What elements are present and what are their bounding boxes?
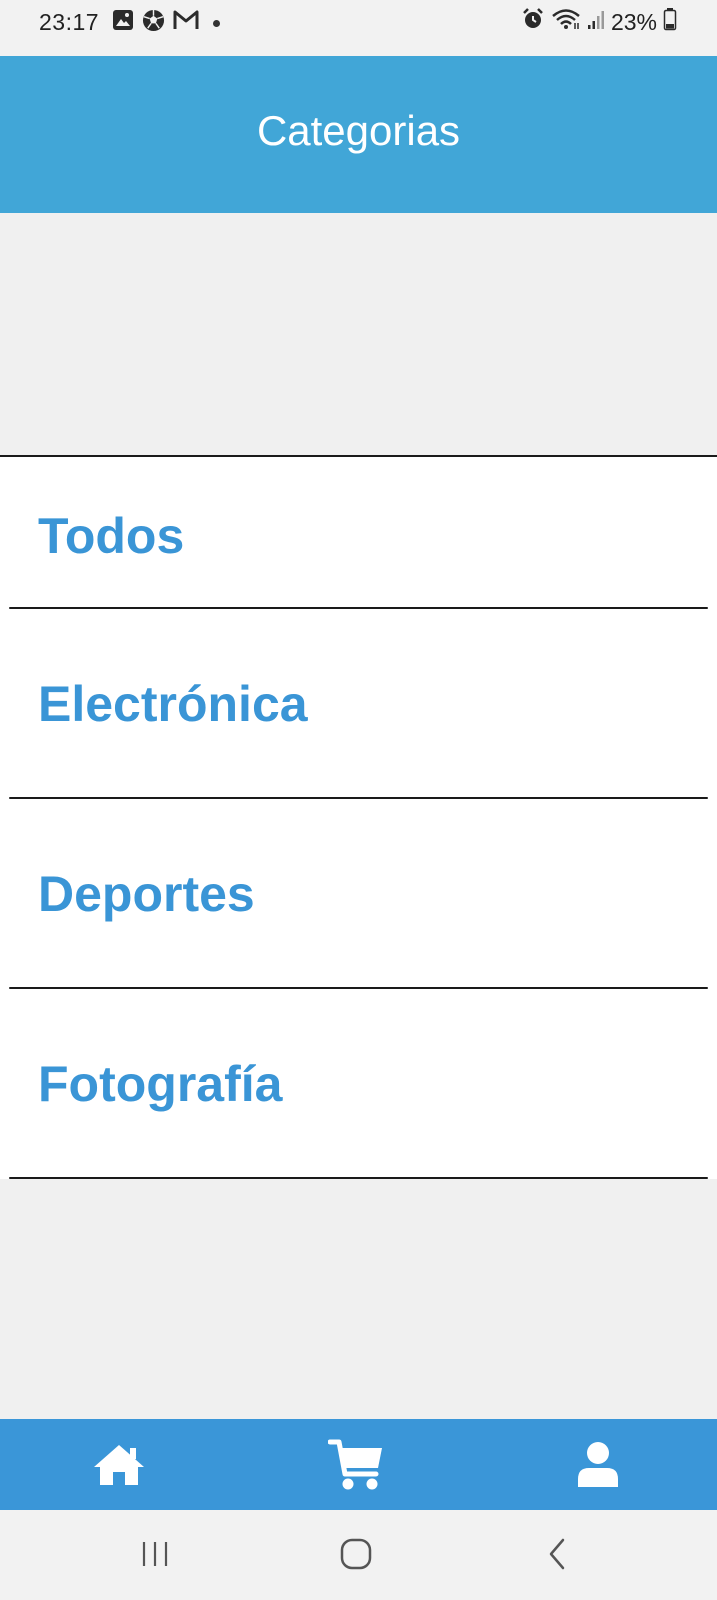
page-title: Categorias [256, 106, 461, 154]
signal-icon [587, 8, 605, 36]
bottom-tab-bar [0, 1419, 717, 1510]
category-item-fotografia[interactable]: Fotografía [0, 989, 717, 1179]
category-item-deportes[interactable]: Deportes [0, 799, 717, 989]
divider [9, 1177, 708, 1179]
battery-icon [663, 7, 677, 37]
category-list: Todos Electrónica Deportes Fotografía [0, 455, 717, 1179]
category-label: Todos [38, 508, 185, 564]
back-button[interactable] [527, 1526, 587, 1586]
category-label: Electrónica [38, 676, 308, 732]
status-bar: 23:17 23% [0, 0, 717, 56]
back-icon [546, 1537, 568, 1576]
recent-apps-button[interactable] [125, 1526, 185, 1586]
screen: 23:17 23% Categorias Todos Electrónica D… [0, 0, 717, 1600]
category-item-todos[interactable]: Todos [0, 457, 717, 609]
status-time: 23:17 [39, 9, 100, 35]
status-left-icons [112, 9, 220, 38]
system-nav-bar [0, 1510, 717, 1600]
gallery-icon [112, 9, 134, 37]
tab-home[interactable] [0, 1419, 268, 1510]
system-home-button[interactable] [326, 1526, 386, 1586]
home-icon [92, 1443, 146, 1487]
home-circle-icon [339, 1537, 373, 1576]
app-header: Categorias [0, 56, 717, 213]
category-item-electronica[interactable]: Electrónica [0, 609, 717, 799]
gmail-icon [173, 9, 199, 37]
cart-icon [328, 1438, 384, 1492]
tab-cart[interactable] [268, 1419, 444, 1510]
notification-dot-icon [213, 19, 220, 27]
category-label: Fotografía [38, 1056, 283, 1112]
wifi-icon [551, 7, 581, 37]
user-icon [576, 1441, 620, 1489]
alarm-icon [521, 7, 545, 37]
tab-profile[interactable] [444, 1419, 717, 1510]
recent-apps-icon [140, 1540, 170, 1573]
battery-percent: 23% [610, 8, 657, 35]
soccer-ball-icon [142, 9, 165, 38]
status-right-icons: 23% [521, 8, 677, 36]
category-label: Deportes [38, 866, 255, 922]
